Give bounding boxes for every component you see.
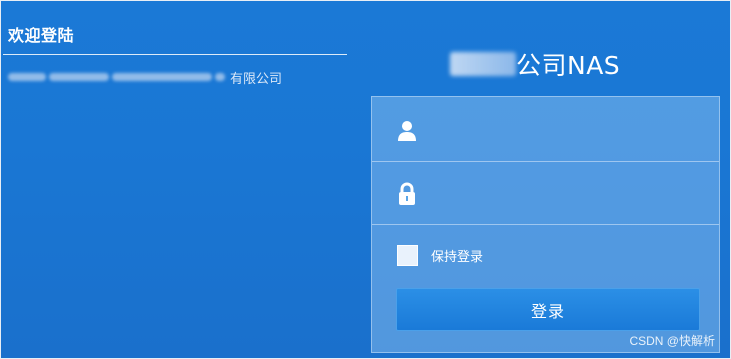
redacted-company-text	[49, 73, 109, 81]
lock-icon	[396, 182, 418, 205]
redacted-company-text	[112, 73, 212, 81]
password-row	[372, 163, 719, 225]
password-input[interactable]	[432, 177, 709, 213]
remember-login-row: 保持登录	[397, 244, 483, 266]
redacted-company-text	[215, 73, 225, 81]
brand-title: 公司NAS	[450, 47, 620, 81]
brand-name: 公司NAS	[516, 51, 621, 80]
remember-login-checkbox[interactable]	[397, 244, 418, 266]
csdn-watermark: CSDN @快解析	[629, 334, 715, 348]
redacted-brand-text	[450, 52, 516, 76]
login-panel: 保持登录 登录	[371, 96, 720, 353]
company-name-suffix: 有限公司	[230, 71, 283, 87]
user-icon	[396, 120, 418, 142]
username-input[interactable]	[432, 114, 709, 150]
welcome-title: 欢迎登陆	[8, 26, 75, 45]
username-row	[372, 100, 719, 162]
header-divider	[3, 54, 347, 55]
remember-login-label[interactable]: 保持登录	[431, 246, 483, 265]
redacted-company-text	[8, 73, 46, 81]
login-button[interactable]: 登录	[396, 288, 700, 331]
company-name-line: 有限公司	[8, 68, 283, 87]
